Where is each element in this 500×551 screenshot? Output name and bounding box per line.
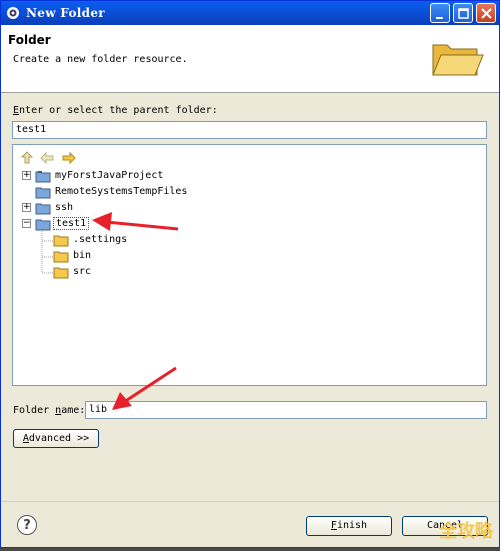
parent-folder-label-text: nter or select the parent folder: (19, 105, 218, 116)
open-folder-icon (432, 44, 484, 76)
folder-name-input[interactable]: lib (85, 401, 487, 419)
folder-icon (53, 235, 69, 247)
advanced-button[interactable]: Advanced >> (13, 429, 99, 448)
go-up-icon[interactable] (19, 150, 35, 166)
footer-separator (1, 501, 499, 502)
wizard-banner: Folder Create a new folder resource. (1, 25, 499, 93)
folder-icon (53, 267, 69, 279)
parent-folder-label: Enter or select the parent folder: (13, 105, 218, 116)
tree-item-test1[interactable]: − test1 (13, 216, 313, 232)
maximize-button[interactable] (453, 3, 473, 23)
minimize-icon (436, 17, 443, 19)
project-folder-icon (35, 219, 51, 231)
folder-icon (53, 251, 69, 263)
tree-item-settings[interactable]: .settings (13, 232, 313, 248)
title-bar[interactable]: New Folder (1, 1, 499, 25)
back-arrow-icon[interactable] (39, 150, 55, 166)
tree-item-remotesystemstempfiles[interactable]: RemoteSystemsTempFiles (13, 184, 313, 200)
finish-label-text: inish (336, 520, 368, 531)
collapse-toggle[interactable]: − (22, 219, 31, 228)
tree-item-bin[interactable]: bin (13, 248, 313, 264)
expand-toggle[interactable]: + (22, 203, 31, 212)
folder-tree[interactable]: + myForstJavaProject RemoteSystemsTempFi… (12, 144, 487, 386)
tree-item-label: bin (73, 250, 92, 261)
project-folder-icon (35, 171, 51, 183)
parent-folder-input[interactable]: test1 (12, 121, 487, 139)
minimize-button[interactable] (430, 3, 450, 23)
folder-name-label-text: Folder (13, 405, 56, 416)
advanced-label-text: dvanced >> (28, 433, 90, 444)
project-folder-icon (35, 187, 51, 199)
forward-arrow-icon[interactable] (61, 150, 77, 166)
site-watermark: 全攻略 (439, 521, 493, 542)
tree-item-ssh[interactable]: + ssh (13, 200, 313, 216)
tree-item-label: test1 (53, 217, 90, 230)
finish-button[interactable]: Finish (306, 516, 392, 536)
window-title: New Folder (26, 6, 105, 20)
folder-name-label: Folder name: (13, 405, 85, 416)
help-icon: ? (23, 518, 31, 533)
page-description: Create a new folder resource. (13, 54, 188, 65)
eclipse-gear-icon (7, 7, 19, 19)
tree-item-myforstjavaproject[interactable]: + myForstJavaProject (13, 168, 313, 184)
close-icon (481, 8, 492, 19)
close-button[interactable] (476, 3, 496, 23)
tree-item-label: src (73, 266, 92, 277)
tree-item-label: ssh (55, 202, 74, 213)
folder-name-value: lib (89, 404, 108, 415)
page-title: Folder (8, 33, 51, 47)
project-folder-icon (35, 203, 51, 215)
tree-item-label: RemoteSystemsTempFiles (55, 186, 188, 197)
expand-toggle[interactable]: + (22, 171, 31, 180)
help-button[interactable]: ? (17, 515, 37, 535)
tree-item-label: .settings (73, 234, 128, 245)
maximize-icon (458, 8, 469, 19)
folder-name-label-text-end: ame: (61, 405, 86, 416)
tree-item-src[interactable]: src (13, 264, 313, 280)
new-folder-dialog: New Folder Folder Create a new folder re… (0, 0, 500, 548)
parent-folder-value: test1 (16, 124, 47, 135)
tree-item-label: myForstJavaProject (55, 170, 164, 181)
